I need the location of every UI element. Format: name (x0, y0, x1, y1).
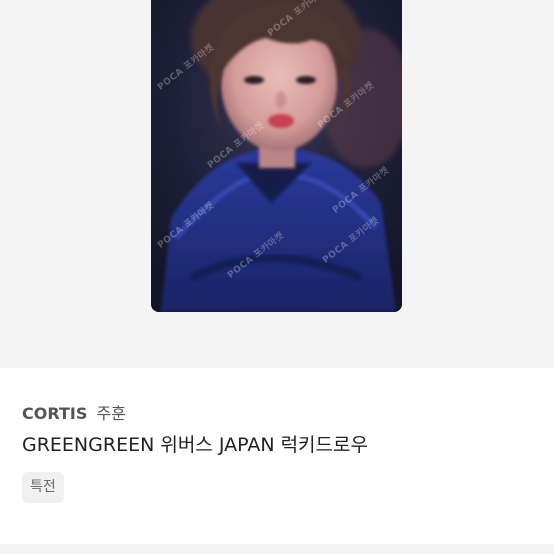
product-image-area[interactable]: POCA 포카마켓 POCA 포카마켓 POCA 포카마켓 POCA 포카마켓 … (0, 0, 554, 368)
photocard-illustration (151, 0, 402, 312)
photocard-image[interactable]: POCA 포카마켓 POCA 포카마켓 POCA 포카마켓 POCA 포카마켓 … (151, 0, 402, 312)
artist-line[interactable]: CORTIS 주훈 (22, 400, 126, 424)
section-divider (0, 544, 554, 554)
artist-name[interactable]: CORTIS (22, 404, 87, 423)
member-name[interactable]: 주훈 (96, 404, 125, 423)
product-title: GREENGREEN 위버스 JAPAN 럭키드로우 (22, 434, 368, 456)
product-info: CORTIS 주훈 GREENGREEN 위버스 JAPAN 럭키드로우 특전 (0, 368, 554, 554)
product-detail-view: POCA 포카마켓 POCA 포카마켓 POCA 포카마켓 POCA 포카마켓 … (0, 0, 554, 554)
tag-badge[interactable]: 특전 (22, 472, 64, 503)
